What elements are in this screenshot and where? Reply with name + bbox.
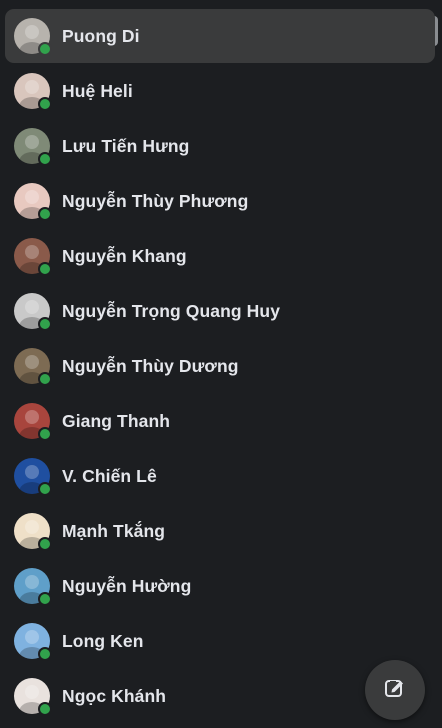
online-status-dot [38, 317, 52, 331]
contact-name: Giang Thanh [62, 410, 171, 431]
contact-item[interactable]: Nguyễn Trọng Quang Huy [5, 284, 435, 338]
online-status-dot [38, 482, 52, 496]
contact-name: Puong Di [62, 25, 140, 46]
avatar [14, 348, 52, 386]
contact-list: Puong Di Huệ Heli Lưu Tiến Hưng Nguyễn Thùy… [0, 0, 442, 728]
contact-item[interactable]: Giang Thanh [5, 394, 435, 448]
avatar [14, 73, 52, 111]
contact-item[interactable]: Nguyễn Thùy Phương [5, 174, 435, 228]
contact-name: Nguyễn Thùy Dương [62, 355, 239, 376]
online-status-dot [38, 152, 52, 166]
contact-name: Long Ken [62, 630, 144, 651]
contact-name: Huệ Heli [62, 80, 133, 101]
contact-item[interactable]: V. Chiến Lê [5, 449, 435, 503]
online-status-dot [38, 42, 52, 56]
avatar [14, 678, 52, 716]
avatar [14, 513, 52, 551]
online-status-dot [38, 97, 52, 111]
contact-item[interactable]: Mạnh Tkắng [5, 504, 435, 558]
online-status-dot [38, 702, 52, 716]
contact-item[interactable]: Puong Di [5, 9, 435, 63]
compose-icon [383, 676, 407, 705]
online-status-dot [38, 647, 52, 661]
avatar [14, 458, 52, 496]
compose-button[interactable] [365, 660, 425, 720]
contact-name: Nguyễn Trọng Quang Huy [62, 300, 281, 321]
avatar [14, 238, 52, 276]
online-status-dot [38, 537, 52, 551]
contact-item[interactable]: Long Ken [5, 614, 435, 668]
contact-name: Nguyễn Thùy Phương [62, 190, 249, 211]
contact-item[interactable]: Huệ Heli [5, 64, 435, 118]
online-status-dot [38, 592, 52, 606]
avatar [14, 403, 52, 441]
avatar [14, 568, 52, 606]
online-status-dot [38, 207, 52, 221]
contact-name: Ngọc Khánh [62, 685, 167, 706]
avatar [14, 128, 52, 166]
online-status-dot [38, 262, 52, 276]
contact-name: Nguyễn Hường [62, 575, 192, 596]
avatar [14, 623, 52, 661]
avatar [14, 183, 52, 221]
online-status-dot [38, 427, 52, 441]
avatar [14, 18, 52, 56]
contact-name: V. Chiến Lê [62, 465, 157, 486]
contact-name: Nguyễn Khang [62, 245, 187, 266]
contact-item[interactable]: Nguyễn Thùy Dương [5, 339, 435, 393]
contact-item[interactable]: Nguyễn Khang [5, 229, 435, 283]
contact-item[interactable]: Nguyễn Hường [5, 559, 435, 613]
online-status-dot [38, 372, 52, 386]
contact-item[interactable]: Lưu Tiến Hưng [5, 119, 435, 173]
avatar [14, 293, 52, 331]
contact-name: Mạnh Tkắng [62, 520, 166, 541]
contact-name: Lưu Tiến Hưng [62, 135, 190, 156]
